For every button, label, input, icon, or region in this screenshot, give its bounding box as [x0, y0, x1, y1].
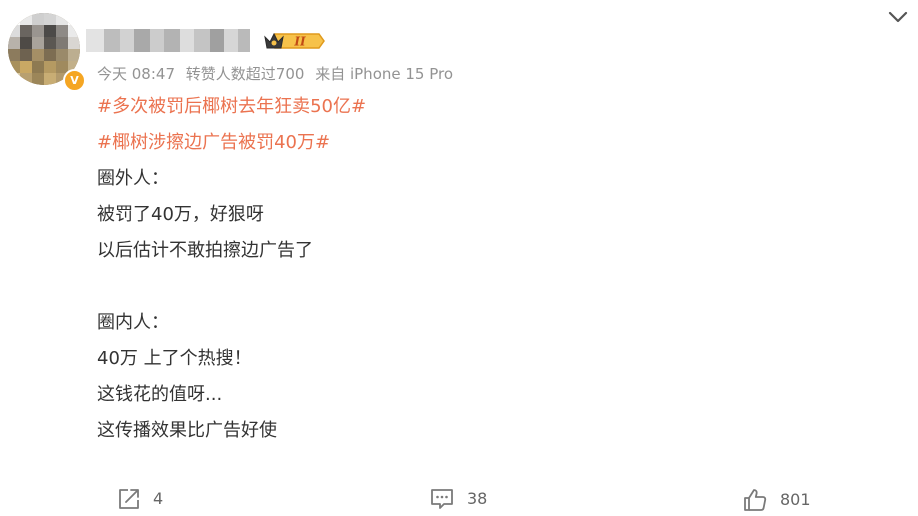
- content-line: 40万 上了个热搜！: [97, 348, 252, 369]
- verified-badge-icon: V: [63, 69, 86, 92]
- hashtag-link[interactable]: #多次被罚后椰树去年狂卖50亿#: [97, 89, 366, 125]
- post-source: 来自 iPhone 15 Pro: [315, 65, 454, 83]
- post-time[interactable]: 今天 08:47: [97, 65, 175, 83]
- content-line: 以后估计不敢拍擦边广告了: [97, 240, 313, 261]
- thumbs-up-icon: [744, 489, 767, 511]
- rank-badge-label: II: [293, 35, 306, 49]
- username[interactable]: [86, 29, 250, 52]
- repost-count: 4: [153, 489, 164, 508]
- share-arrow-icon: [119, 489, 139, 509]
- chevron-down-icon[interactable]: [887, 10, 909, 24]
- content-line: 这传播效果比广告好使: [97, 420, 277, 441]
- like-count: 801: [780, 490, 811, 509]
- comment-button[interactable]: 38: [429, 487, 487, 511]
- content-line: 被罚了40万，好狠呀: [97, 204, 264, 225]
- repost-button[interactable]: 4: [117, 487, 163, 511]
- post-meta: 今天 08:47 转赞人数超过700 来自 iPhone 15 Pro: [97, 64, 459, 84]
- crown-rank-badge-icon[interactable]: II: [263, 30, 325, 52]
- comment-bubble-icon: [431, 489, 453, 509]
- comment-count: 38: [467, 489, 488, 508]
- hashtag-link[interactable]: #椰树涉擦边广告被罚40万#: [97, 125, 366, 161]
- post-content: #多次被罚后椰树去年狂卖50亿# #椰树涉擦边广告被罚40万# 圈外人： 被罚了…: [97, 89, 366, 449]
- content-blank-line: [97, 269, 366, 305]
- repost-note: 转赞人数超过700: [185, 65, 305, 83]
- post-actions-bar: 4 38 801: [0, 484, 918, 514]
- content-line: 这钱花的值呀...: [97, 384, 223, 405]
- content-line: 圈内人：: [97, 312, 169, 333]
- like-button[interactable]: 801: [742, 487, 811, 513]
- content-line: 圈外人：: [97, 168, 169, 189]
